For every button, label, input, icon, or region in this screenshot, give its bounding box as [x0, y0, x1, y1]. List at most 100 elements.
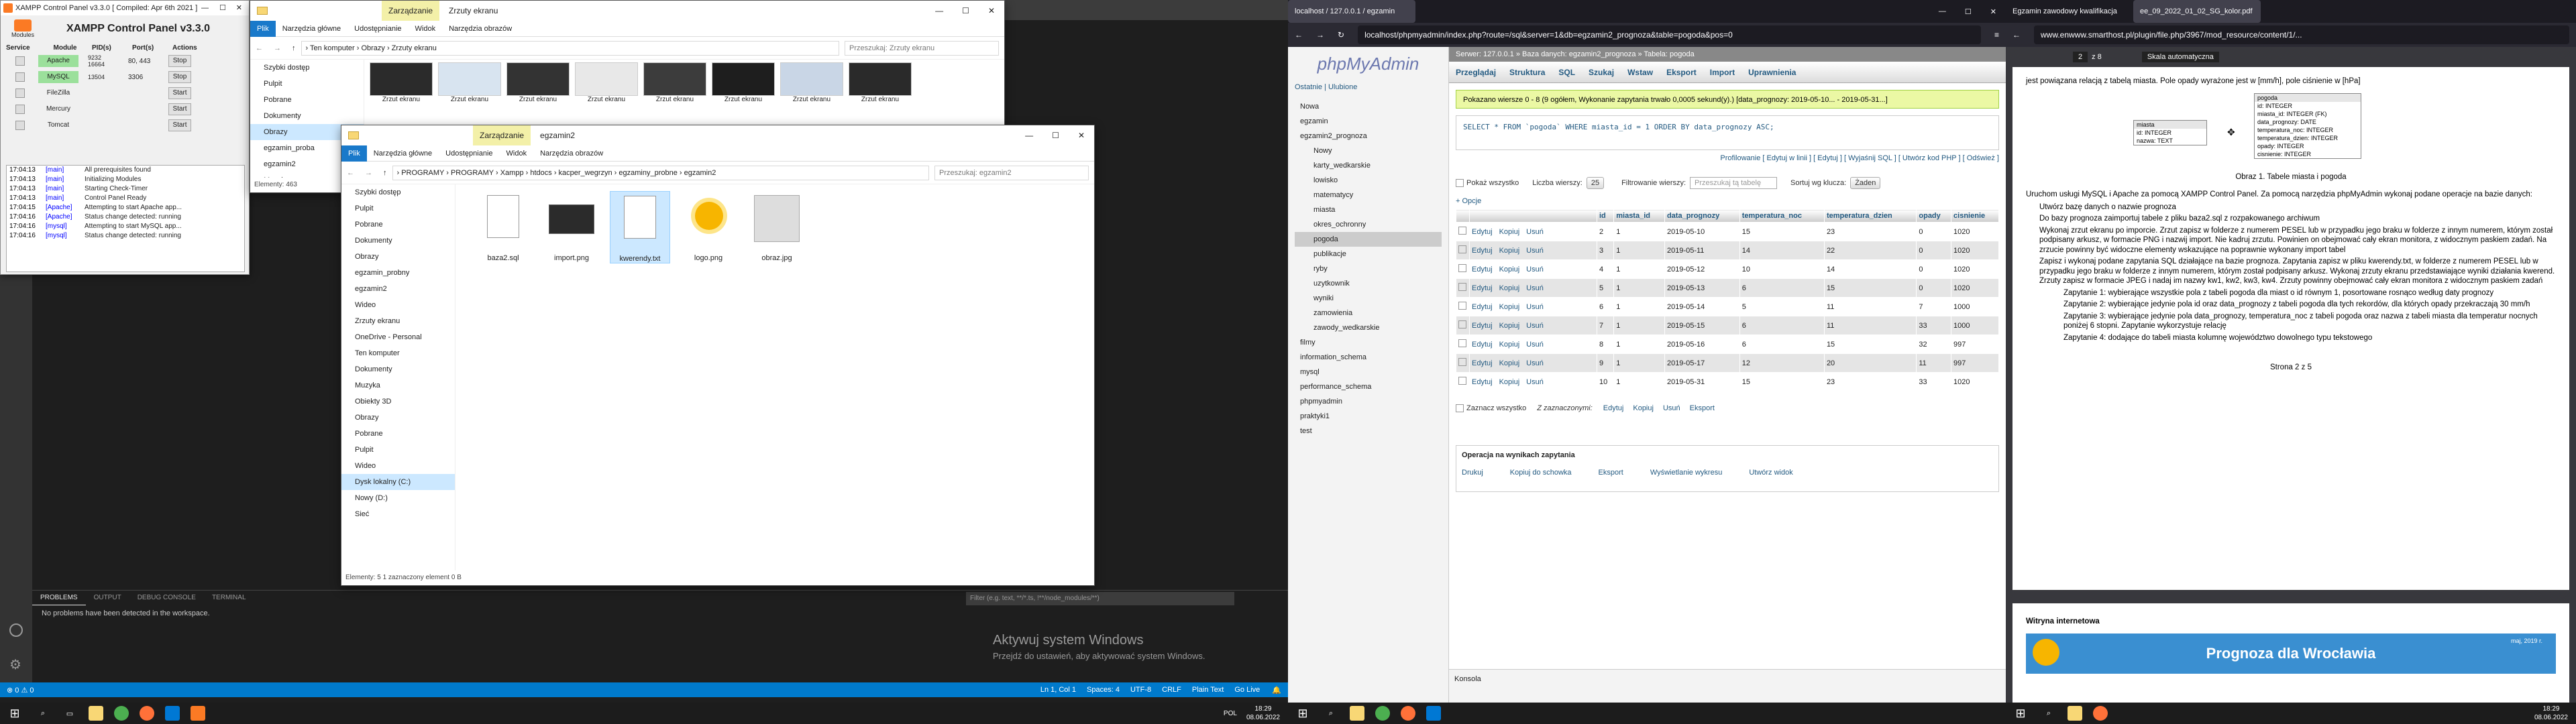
- edit-link[interactable]: Edytuj: [1472, 284, 1493, 292]
- table-cell[interactable]: 997: [1951, 335, 1999, 354]
- tree-item[interactable]: egzamin: [1295, 114, 1442, 129]
- nav-item[interactable]: Obiekty 3D: [341, 394, 455, 410]
- file-baza2-sql[interactable]: baza2.sql: [473, 191, 533, 262]
- copy-link[interactable]: Kopiuj: [1499, 247, 1520, 255]
- nav-item[interactable]: Ten komputer: [341, 345, 455, 361]
- ribbon-tab-share[interactable]: Udostępnianie: [347, 21, 408, 37]
- operation-link[interactable]: Eksport: [1599, 469, 1623, 477]
- tree-item[interactable]: information_schema: [1295, 350, 1442, 365]
- windows-start-icon[interactable]: ⊞: [2006, 707, 2035, 721]
- recent-link[interactable]: Ostatnie: [1295, 83, 1322, 91]
- table-cell[interactable]: 1020: [1951, 259, 1999, 279]
- chrome-icon[interactable]: [114, 706, 129, 721]
- nav-item[interactable]: Wideo: [341, 458, 455, 474]
- delete-link[interactable]: Usuń: [1526, 359, 1544, 367]
- search-icon[interactable]: ⌕: [1318, 709, 1344, 718]
- table-cell[interactable]: 11: [1823, 297, 1917, 316]
- table-cell[interactable]: 22: [1823, 241, 1917, 260]
- nav-item[interactable]: Sieć: [341, 506, 455, 522]
- nav-item[interactable]: Pulpit: [341, 200, 455, 217]
- bell-icon[interactable]: 🔔: [1265, 686, 1288, 695]
- nav-item[interactable]: Obrazy: [341, 410, 455, 426]
- screenshot-thumbnail[interactable]: Zrzut ekranu: [643, 62, 706, 105]
- xampp-icon[interactable]: [191, 706, 205, 721]
- browser-tab[interactable]: Egzamin zawodowy kwalifikacja: [2006, 0, 2133, 23]
- table-cell[interactable]: 1020: [1951, 372, 1999, 391]
- tree-item[interactable]: performance_schema: [1295, 379, 1442, 394]
- tree-item[interactable]: wyniki: [1295, 291, 1442, 306]
- ribbon-tab-home[interactable]: Narzędzia główne: [276, 21, 347, 37]
- rows-select[interactable]: 25: [1586, 177, 1605, 189]
- back-arrow-icon[interactable]: ←: [1288, 30, 1309, 40]
- table-cell[interactable]: 2019-05-13: [1664, 278, 1740, 298]
- table-cell[interactable]: 1000: [1951, 297, 1999, 316]
- menu-tab[interactable]: SQL: [1552, 62, 1582, 83]
- close-button[interactable]: ✕: [236, 1, 242, 15]
- service-checkbox[interactable]: [15, 105, 25, 114]
- tree-item[interactable]: filmy: [1295, 335, 1442, 350]
- check-all-checkbox[interactable]: [1456, 404, 1464, 412]
- operation-link[interactable]: Utwórz widok: [1749, 469, 1792, 477]
- copy-link[interactable]: Kopiuj: [1499, 322, 1520, 330]
- windows-start-icon[interactable]: ⊞: [0, 707, 30, 721]
- table-cell[interactable]: 11: [1916, 353, 1952, 373]
- table-cell[interactable]: 5: [1596, 278, 1615, 298]
- url-bar[interactable]: www.enwww.smarthost.pl/plugin/file.php/3…: [2034, 25, 2569, 44]
- ribbon-tab-share[interactable]: Udostępnianie: [439, 145, 499, 162]
- tree-item[interactable]: zamowienia: [1295, 306, 1442, 320]
- back-arrow-icon[interactable]: ←: [250, 44, 268, 52]
- windows-start-icon[interactable]: ⊞: [1288, 707, 1318, 721]
- delete-link[interactable]: Usuń: [1526, 378, 1544, 386]
- pma-logo[interactable]: phpMyAdmin: [1288, 47, 1448, 80]
- start-button[interactable]: Start: [168, 87, 191, 99]
- forward-arrow-icon[interactable]: →: [1309, 30, 1331, 40]
- table-cell[interactable]: 1020: [1951, 241, 1999, 260]
- reload-icon[interactable]: ↻: [1331, 30, 1351, 40]
- search-input[interactable]: Przeszukaj: egzamin2: [934, 165, 1089, 180]
- tree-item[interactable]: lowisko: [1295, 173, 1442, 188]
- task-view-icon[interactable]: ▭: [56, 709, 83, 718]
- table-cell[interactable]: 1: [1613, 278, 1665, 298]
- status-go-live[interactable]: Go Live: [1229, 686, 1265, 694]
- table-cell[interactable]: 15: [1739, 222, 1825, 241]
- table-cell[interactable]: 10: [1739, 259, 1825, 279]
- nav-item[interactable]: Obrazy: [341, 249, 455, 265]
- minimize-button[interactable]: —: [926, 6, 953, 15]
- start-button[interactable]: Start: [168, 119, 191, 131]
- nav-item[interactable]: Szybki dostęp: [250, 60, 364, 76]
- table-cell[interactable]: 8: [1596, 335, 1615, 354]
- row-checkbox[interactable]: [1458, 245, 1466, 253]
- sort-select[interactable]: Żaden: [1850, 177, 1881, 189]
- nav-item[interactable]: egzamin2: [341, 281, 455, 297]
- table-cell[interactable]: 0: [1916, 278, 1952, 298]
- row-checkbox[interactable]: [1458, 283, 1466, 291]
- status-spaces[interactable]: Spaces: 4: [1081, 686, 1125, 694]
- table-cell[interactable]: 2019-05-17: [1664, 353, 1740, 373]
- table-cell[interactable]: 5: [1739, 297, 1825, 316]
- delete-link[interactable]: Usuń: [1526, 247, 1544, 255]
- screenshot-thumbnail[interactable]: Zrzut ekranu: [506, 62, 570, 105]
- file-obraz-jpg[interactable]: obraz.jpg: [747, 191, 807, 262]
- tab-output[interactable]: OUTPUT: [86, 591, 129, 605]
- table-cell[interactable]: 2019-05-12: [1664, 259, 1740, 279]
- nav-item[interactable]: Dysk lokalny (C:): [341, 474, 455, 490]
- row-checkbox[interactable]: [1458, 302, 1466, 310]
- delete-link[interactable]: Usuń: [1526, 228, 1544, 236]
- column-header[interactable]: temperatura_noc: [1739, 209, 1825, 223]
- filter-input[interactable]: Przeszukaj tą tabelę: [1690, 177, 1778, 189]
- table-cell[interactable]: 0: [1916, 241, 1952, 260]
- edit-link[interactable]: Edytuj: [1472, 322, 1493, 330]
- tree-item[interactable]: uzytkownik: [1295, 276, 1442, 291]
- start-button[interactable]: Start: [168, 103, 191, 115]
- account-icon[interactable]: [9, 623, 23, 637]
- table-cell[interactable]: 14: [1823, 259, 1917, 279]
- table-cell[interactable]: 0: [1916, 222, 1952, 241]
- tree-item[interactable]: okres_ochronny: [1295, 217, 1442, 232]
- delete-link[interactable]: Usuń: [1526, 322, 1544, 330]
- manage-tab[interactable]: Zarządzanie: [473, 125, 531, 145]
- table-cell[interactable]: 1000: [1951, 316, 1999, 335]
- bulk-copy-button[interactable]: Kopiuj: [1633, 404, 1654, 412]
- search-input[interactable]: Przeszukaj: Zrzuty ekranu: [845, 40, 999, 56]
- table-cell[interactable]: 1: [1613, 316, 1665, 335]
- screenshot-thumbnail[interactable]: Zrzut ekranu: [438, 62, 501, 105]
